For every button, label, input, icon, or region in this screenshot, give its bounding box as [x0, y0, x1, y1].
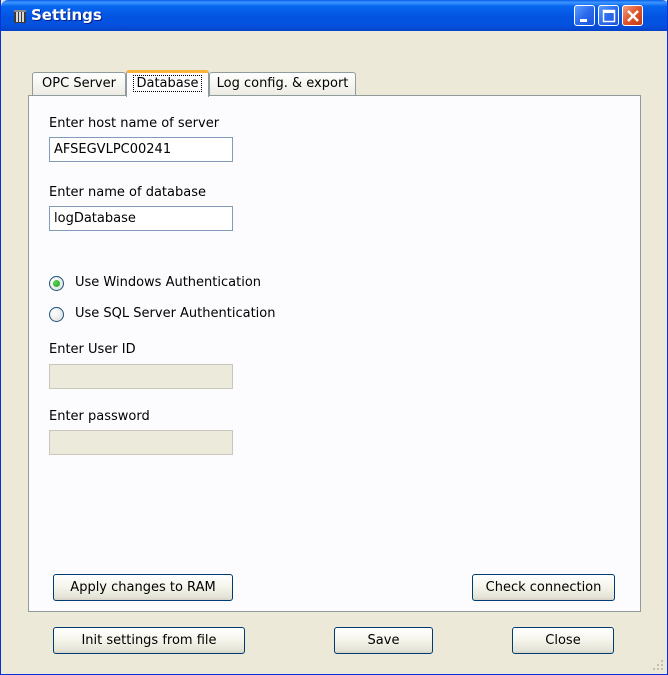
title-bar[interactable]: Settings — [1, 0, 667, 31]
user-id-input[interactable] — [49, 364, 233, 389]
tab-opc-server[interactable]: OPC Server — [32, 72, 126, 96]
database-tab-panel: Enter host name of server AFSEGVLPC00241… — [28, 95, 641, 612]
host-name-input[interactable]: AFSEGVLPC00241 — [49, 137, 233, 162]
apply-changes-button[interactable]: Apply changes to RAM — [53, 574, 233, 601]
close-icon — [627, 10, 639, 22]
maximize-button[interactable] — [598, 5, 619, 26]
tab-label: Log config. & export — [216, 76, 349, 91]
close-button[interactable] — [622, 5, 643, 26]
windows-auth-label: Use Windows Authentication — [75, 275, 262, 290]
sql-auth-label: Use SQL Server Authentication — [75, 306, 276, 321]
tab-label: OPC Server — [42, 76, 116, 91]
settings-window: Settings OPC Server Database Log config.… — [0, 0, 668, 675]
host-name-label: Enter host name of server — [49, 116, 220, 131]
tab-label: Database — [133, 75, 202, 92]
database-name-input[interactable]: logDatabase — [49, 206, 233, 231]
radio-dot — [53, 280, 60, 287]
init-settings-button[interactable]: Init settings from file — [53, 627, 245, 654]
password-input[interactable] — [49, 430, 233, 455]
window-title: Settings — [31, 6, 102, 24]
database-name-label: Enter name of database — [49, 185, 206, 200]
save-button[interactable]: Save — [334, 627, 433, 654]
user-id-label: Enter User ID — [49, 342, 136, 357]
maximize-icon — [602, 9, 616, 23]
close-dialog-button[interactable]: Close — [512, 627, 614, 654]
app-icon — [13, 9, 27, 24]
minimize-button[interactable] — [574, 5, 595, 26]
password-label: Enter password — [49, 409, 150, 424]
minimize-icon — [580, 19, 587, 22]
check-connection-button[interactable]: Check connection — [472, 574, 615, 601]
resize-grip-icon[interactable] — [651, 658, 665, 672]
radio-button-selected[interactable] — [49, 276, 64, 291]
tab-log-config-export[interactable]: Log config. & export — [209, 72, 356, 96]
radio-button[interactable] — [49, 307, 64, 322]
tab-database[interactable]: Database — [126, 70, 209, 97]
